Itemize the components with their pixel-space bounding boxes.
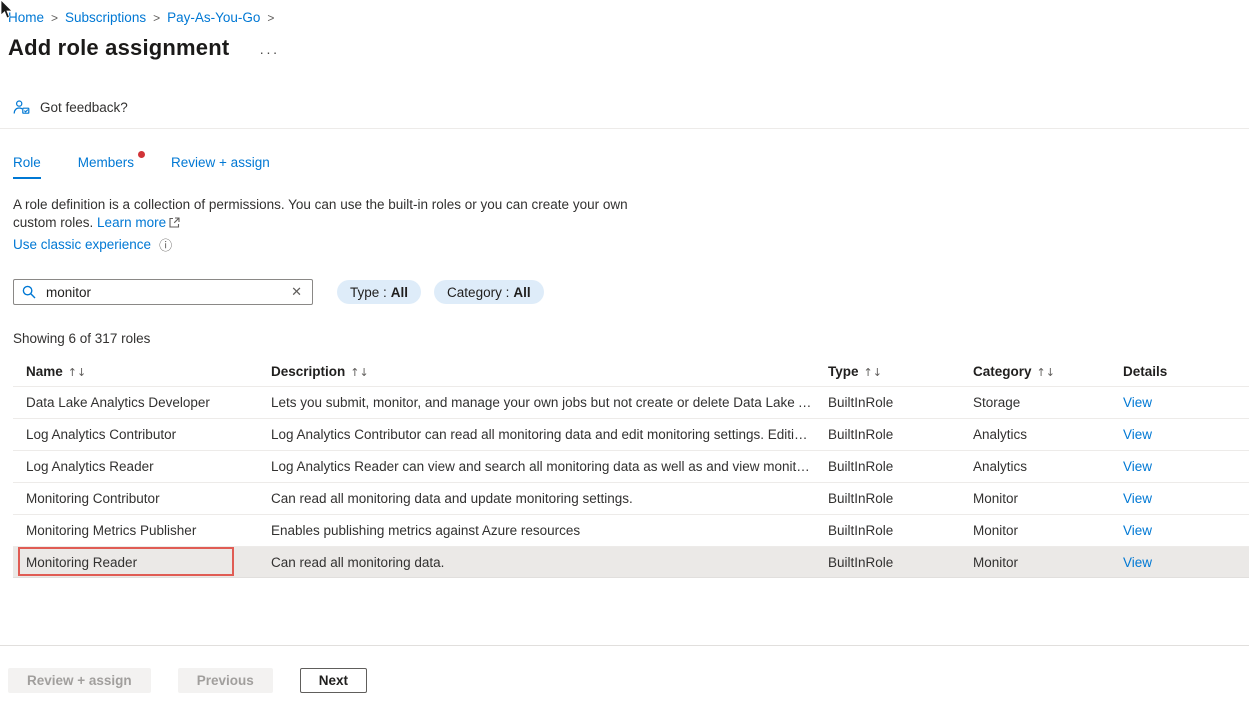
role-type-cell: BuiltInRole [815, 395, 960, 410]
external-link-icon [169, 217, 180, 228]
tab-members[interactable]: Members [78, 155, 134, 179]
type-filter-label: Type : [350, 285, 387, 300]
role-description-cell: Lets you submit, monitor, and manage you… [258, 395, 815, 410]
breadcrumb: Home>Subscriptions>Pay-As-You-Go> [0, 0, 1249, 25]
breadcrumb-separator: > [153, 11, 160, 25]
role-type-cell: BuiltInRole [815, 427, 960, 442]
tab-role[interactable]: Role [13, 155, 41, 179]
view-details-link[interactable]: View [1123, 555, 1152, 570]
more-options-icon[interactable]: ··· [259, 39, 279, 57]
table-row-selected[interactable]: Monitoring Reader Can read all monitorin… [13, 546, 1249, 578]
tab-bar: Role Members Review + assign [13, 155, 1249, 179]
table-row[interactable]: Monitoring Metrics Publisher Enables pub… [13, 514, 1249, 546]
tab-review-assign-label: Review + assign [171, 155, 270, 170]
sort-icon: ↑↓ [68, 366, 86, 379]
column-header-category[interactable]: Category ↑↓ [960, 364, 1110, 379]
column-header-details: Details [1110, 364, 1249, 379]
table-row[interactable]: Log Analytics Reader Log Analytics Reade… [13, 450, 1249, 482]
category-filter-value: All [513, 285, 530, 300]
page-title: Add role assignment [8, 35, 229, 61]
role-name-cell: Monitoring Reader [13, 547, 258, 577]
view-details-link[interactable]: View [1123, 491, 1152, 506]
roles-table: Name ↑↓ Description ↑↓ Type ↑↓ Category ↑↓ D… [13, 356, 1249, 578]
column-header-name-label: Name [26, 364, 63, 379]
type-filter-value: All [391, 285, 408, 300]
column-header-description-label: Description [271, 364, 345, 379]
role-name-cell: Log Analytics Contributor [13, 419, 258, 450]
category-filter-pill[interactable]: Category : All [434, 280, 544, 304]
command-bar-divider [0, 128, 1249, 129]
sort-icon: ↑↓ [864, 366, 882, 379]
breadcrumb-pay-as-you-go[interactable]: Pay-As-You-Go [167, 10, 260, 25]
view-details-link[interactable]: View [1123, 427, 1152, 442]
column-header-category-label: Category [973, 364, 1032, 379]
command-bar: Got feedback? [13, 95, 1249, 119]
column-header-description[interactable]: Description ↑↓ [258, 364, 815, 379]
results-summary: Showing 6 of 317 roles [13, 331, 1249, 346]
role-type-cell: BuiltInRole [815, 459, 960, 474]
previous-button[interactable]: Previous [178, 668, 273, 693]
role-type-cell: BuiltInRole [815, 491, 960, 506]
review-assign-button[interactable]: Review + assign [8, 668, 151, 693]
search-icon [22, 285, 36, 299]
search-input[interactable] [44, 284, 289, 301]
view-details-link[interactable]: View [1123, 459, 1152, 474]
table-row[interactable]: Monitoring Contributor Can read all moni… [13, 482, 1249, 514]
learn-more-link[interactable]: Learn more [97, 215, 166, 230]
role-search-box[interactable]: ✕ [13, 279, 313, 305]
role-name-cell: Data Lake Analytics Developer [13, 387, 258, 418]
column-header-name[interactable]: Name ↑↓ [13, 364, 258, 379]
sort-icon: ↑↓ [1037, 366, 1055, 379]
clear-search-icon[interactable]: ✕ [289, 284, 304, 300]
table-header-row: Name ↑↓ Description ↑↓ Type ↑↓ Category ↑↓ D… [13, 356, 1249, 386]
role-category-cell: Monitor [960, 523, 1110, 538]
view-details-link[interactable]: View [1123, 523, 1152, 538]
role-category-cell: Analytics [960, 427, 1110, 442]
column-header-type-label: Type [828, 364, 859, 379]
view-details-link[interactable]: View [1123, 395, 1152, 410]
role-description-cell: Log Analytics Reader can view and search… [258, 459, 815, 474]
info-icon[interactable]: ⓘ [159, 235, 172, 254]
role-category-cell: Monitor [960, 491, 1110, 506]
role-description-text: A role definition is a collection of per… [13, 196, 1249, 231]
intro-line2: custom roles. [13, 215, 93, 230]
role-name-cell: Monitoring Contributor [13, 483, 258, 514]
role-description-cell: Can read all monitoring data. [258, 555, 815, 570]
table-row[interactable]: Log Analytics Contributor Log Analytics … [13, 418, 1249, 450]
breadcrumb-separator: > [51, 11, 58, 25]
type-filter-pill[interactable]: Type : All [337, 280, 421, 304]
column-header-details-label: Details [1123, 364, 1167, 379]
role-description-cell: Enables publishing metrics against Azure… [258, 523, 815, 538]
role-name-cell: Log Analytics Reader [13, 451, 258, 482]
tab-role-label: Role [13, 155, 41, 170]
category-filter-label: Category : [447, 285, 509, 300]
role-name-cell: Monitoring Metrics Publisher [13, 515, 258, 546]
role-type-cell: BuiltInRole [815, 555, 960, 570]
role-description-cell: Can read all monitoring data and update … [258, 491, 815, 506]
footer-actions: Review + assign Previous Next [8, 668, 367, 693]
sort-icon: ↑↓ [350, 366, 368, 379]
next-button[interactable]: Next [300, 668, 367, 693]
got-feedback-button[interactable]: Got feedback? [40, 100, 128, 115]
role-category-cell: Storage [960, 395, 1110, 410]
footer-divider [0, 645, 1249, 646]
tab-review-assign[interactable]: Review + assign [171, 155, 270, 179]
use-classic-experience-link[interactable]: Use classic experience [13, 237, 151, 252]
table-row[interactable]: Data Lake Analytics Developer Lets you s… [13, 386, 1249, 418]
tab-members-label: Members [78, 155, 134, 170]
members-unsaved-dot [138, 151, 145, 158]
column-header-type[interactable]: Type ↑↓ [815, 364, 960, 379]
role-type-cell: BuiltInRole [815, 523, 960, 538]
intro-line1: A role definition is a collection of per… [13, 197, 628, 212]
mouse-cursor [0, 0, 14, 20]
feedback-icon [13, 99, 30, 116]
breadcrumb-subscriptions[interactable]: Subscriptions [65, 10, 146, 25]
role-category-cell: Monitor [960, 555, 1110, 570]
breadcrumb-separator: > [267, 11, 274, 25]
role-category-cell: Analytics [960, 459, 1110, 474]
role-description-cell: Log Analytics Contributor can read all m… [258, 427, 815, 442]
